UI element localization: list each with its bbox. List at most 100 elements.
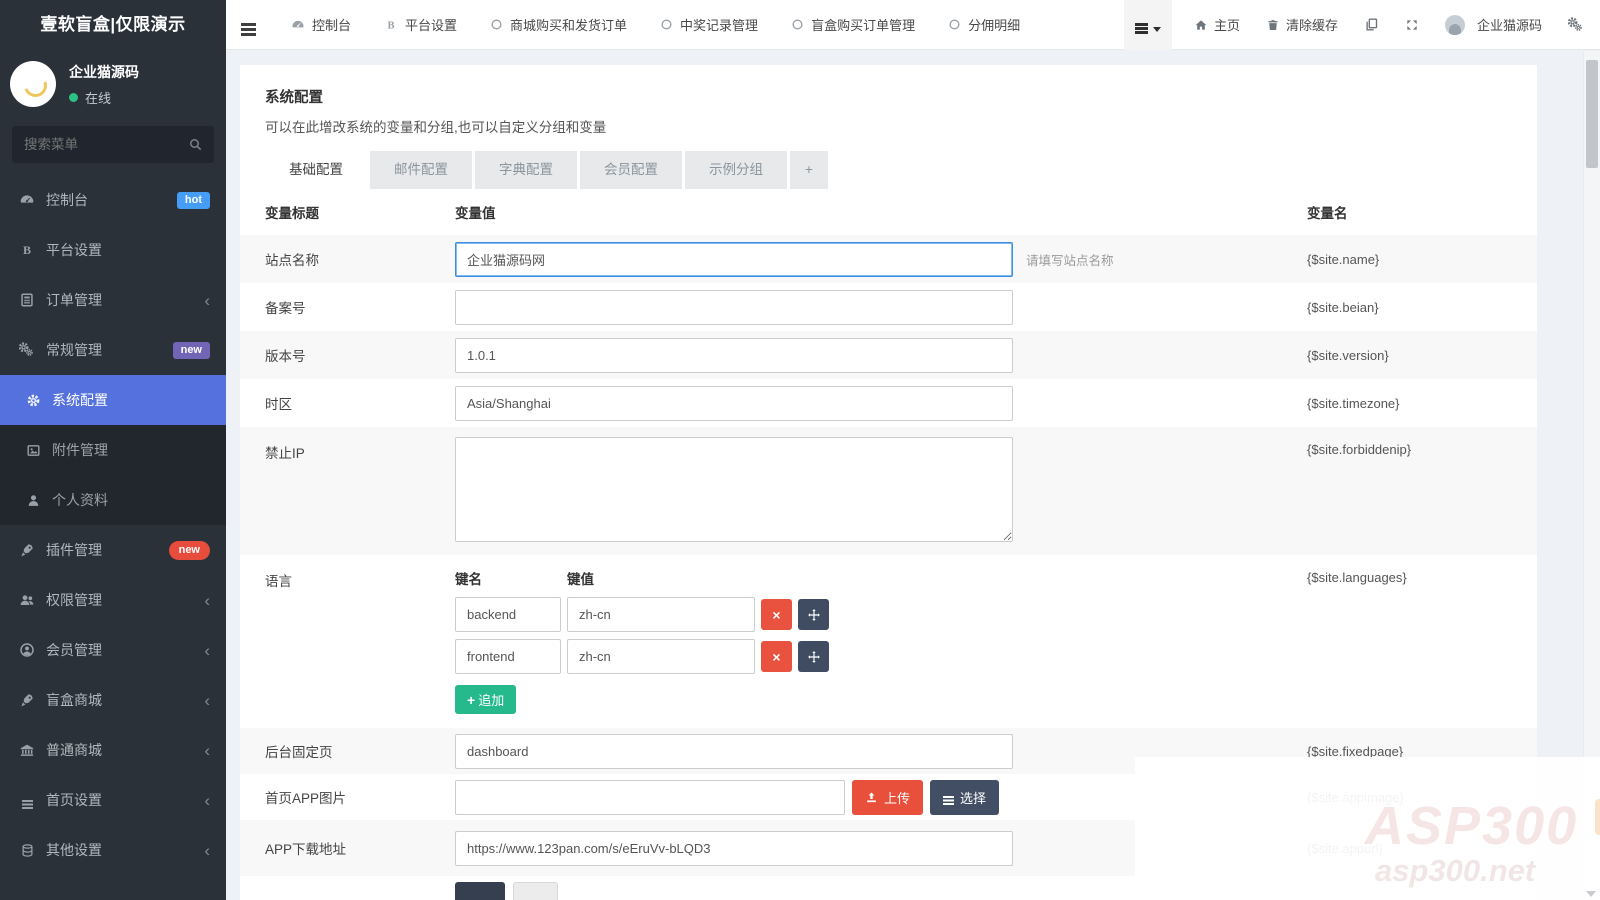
lang-key-input[interactable] — [455, 639, 561, 674]
sidebar-item-label: 系统配置 — [52, 390, 108, 410]
app-image-input[interactable] — [455, 780, 845, 815]
upload-icon — [865, 791, 878, 804]
user-panel: 企业猫源码 在线 — [0, 50, 226, 120]
tab-mall-orders[interactable]: 商城购买和发货订单 — [490, 15, 627, 34]
tab-dashboard[interactable]: 控制台 — [291, 15, 351, 34]
column-header-title: 变量标题 — [265, 202, 455, 222]
admin-name: 企业猫源码 — [1477, 15, 1542, 34]
append-pair-button[interactable]: 追加 — [455, 685, 516, 714]
sidebar-item-homepage-settings[interactable]: 首页设置 — [0, 775, 226, 825]
sidebar-item-label: 插件管理 — [46, 540, 102, 560]
tab-example-group[interactable]: 示例分组 — [685, 151, 787, 189]
add-group-tab-button[interactable]: + — [790, 151, 828, 189]
column-header-value: 变量值 — [455, 202, 1013, 222]
gear-icon — [25, 393, 41, 408]
drag-pair-button[interactable] — [798, 641, 829, 672]
admin-avatar — [1445, 15, 1465, 35]
key-column-header: 键名 — [455, 568, 567, 588]
sidebar-item-plugins[interactable]: 插件管理 new — [0, 525, 226, 575]
forbidden-ip-textarea[interactable] — [455, 437, 1013, 542]
sidebar-item-blindbox-mall[interactable]: 盲盒商城 — [0, 675, 226, 725]
tab-prize-records[interactable]: 中奖记录管理 — [660, 15, 758, 34]
variable-name: {$site.timezone} — [1307, 396, 1525, 411]
chevron-left-icon — [204, 642, 210, 659]
sidebar-item-general[interactable]: 常规管理 new — [0, 325, 226, 375]
form-row-site-name: 站点名称 请填写站点名称 {$site.name} — [240, 235, 1537, 283]
submit-button[interactable] — [455, 882, 505, 900]
sidebar-item-permissions[interactable]: 权限管理 — [0, 575, 226, 625]
tab-dictionary-config[interactable]: 字典配置 — [475, 151, 577, 189]
admin-menu[interactable]: 企业猫源码 — [1445, 15, 1542, 35]
version-input[interactable] — [455, 338, 1013, 373]
choose-label: 选择 — [960, 788, 986, 807]
sidebar-item-dashboard[interactable]: 控制台 hot — [0, 175, 226, 225]
upload-button[interactable]: 上传 — [852, 780, 923, 815]
settings-button[interactable] — [1568, 17, 1584, 33]
expand-icon — [1405, 18, 1419, 32]
sidebar-item-profile[interactable]: 个人资料 — [0, 475, 226, 525]
drag-pair-button[interactable] — [798, 599, 829, 630]
tab-mail-config[interactable]: 邮件配置 — [370, 151, 472, 189]
tab-list-dropdown-button[interactable] — [1124, 0, 1172, 50]
sidebar-item-attachments[interactable]: 附件管理 — [0, 425, 226, 475]
tab-blindbox-orders[interactable]: 盲盒购买订单管理 — [791, 15, 915, 34]
chevron-left-icon — [204, 292, 210, 309]
sidebar-item-label: 首页设置 — [46, 790, 102, 810]
tab-platform-settings[interactable]: 平台设置 — [384, 15, 457, 34]
field-label: 备案号 — [265, 297, 455, 317]
move-icon — [807, 608, 821, 622]
field-label: 版本号 — [265, 345, 455, 365]
site-name-input[interactable] — [455, 242, 1013, 277]
page-title: 系统配置 — [265, 86, 1512, 107]
form-row-forbidden-ip: 禁止IP {$site.forbiddenip} — [240, 427, 1537, 555]
delete-pair-button[interactable] — [761, 599, 792, 630]
sidebar-item-orders[interactable]: 订单管理 — [0, 275, 226, 325]
sidebar-item-label: 权限管理 — [46, 590, 102, 610]
fixedpage-input[interactable] — [455, 734, 1013, 769]
lang-key-input[interactable] — [455, 597, 561, 632]
bank-icon — [19, 742, 35, 758]
sidebar-item-members[interactable]: 会员管理 — [0, 625, 226, 675]
search-input[interactable] — [12, 126, 214, 163]
delete-pair-button[interactable] — [761, 641, 792, 672]
variable-name: {$site.forbiddenip} — [1307, 427, 1525, 457]
page-scrollbar-thumb[interactable] — [1586, 60, 1598, 168]
timezone-input[interactable] — [455, 386, 1013, 421]
copy-page-button[interactable] — [1364, 17, 1379, 32]
home-button[interactable]: 主页 — [1194, 15, 1240, 34]
tab-basic-config[interactable]: 基础配置 — [265, 151, 367, 189]
column-header-varname: 变量名 — [1307, 202, 1525, 222]
upload-label: 上传 — [884, 788, 910, 807]
sidebar-item-label: 个人资料 — [52, 490, 108, 510]
fullscreen-button[interactable] — [1405, 18, 1419, 32]
bold-icon — [19, 242, 35, 258]
field-label: 时区 — [265, 393, 455, 413]
field-label: 禁止IP — [265, 427, 455, 462]
tab-member-config[interactable]: 会员配置 — [580, 151, 682, 189]
app-url-input[interactable] — [455, 831, 1013, 866]
lang-value-input[interactable] — [567, 597, 755, 632]
users-icon — [19, 592, 35, 608]
reset-button[interactable] — [513, 882, 558, 900]
sidebar-item-label: 盲盒商城 — [46, 690, 102, 710]
chevron-left-icon — [204, 842, 210, 859]
sidebar-item-system-config[interactable]: 系统配置 — [0, 375, 226, 425]
lang-value-input[interactable] — [567, 639, 755, 674]
sidebar-toggle-button[interactable] — [226, 0, 273, 49]
tab-label: 平台设置 — [405, 15, 457, 34]
chevron-left-icon — [204, 692, 210, 709]
list-icon — [943, 796, 954, 805]
beian-input[interactable] — [455, 290, 1013, 325]
sidebar-item-other-settings[interactable]: 其他设置 — [0, 825, 226, 875]
tab-commission-details[interactable]: 分佣明细 — [948, 15, 1020, 34]
scrollbar-down-arrow-icon — [1586, 891, 1596, 897]
hot-badge: hot — [177, 192, 210, 209]
sidebar-item-normal-mall[interactable]: 普通商城 — [0, 725, 226, 775]
user-icon — [25, 493, 41, 508]
sidebar-item-platform-settings[interactable]: 平台设置 — [0, 225, 226, 275]
search-icon — [188, 137, 203, 152]
circle-icon — [948, 18, 961, 31]
avatar[interactable] — [10, 61, 56, 107]
choose-button[interactable]: 选择 — [930, 780, 999, 815]
clear-cache-button[interactable]: 清除缓存 — [1266, 15, 1338, 34]
